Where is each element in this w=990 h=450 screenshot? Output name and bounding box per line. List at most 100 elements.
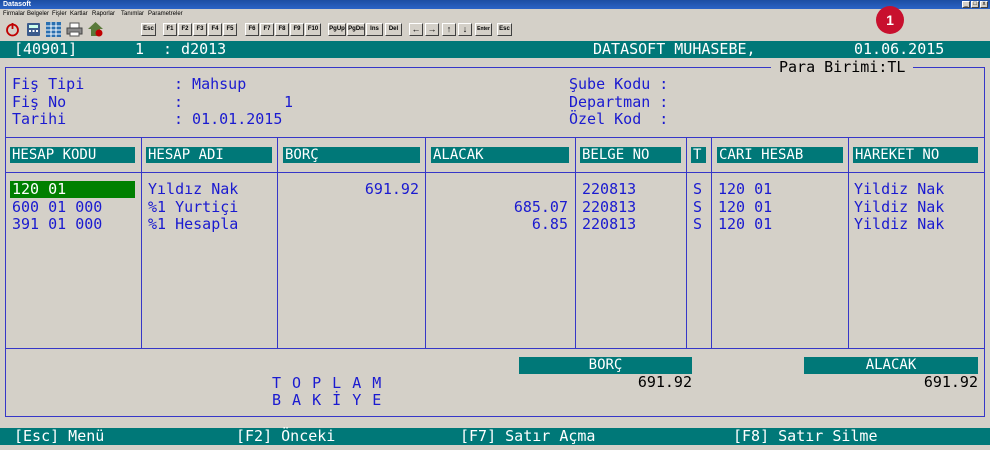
row2-hesap-adi[interactable]: %1 Yurtiçi bbox=[148, 199, 238, 216]
row2-cari-hesab[interactable]: 120 01 bbox=[718, 199, 772, 216]
fis-no-value[interactable]: 1 bbox=[284, 94, 293, 111]
status-code: [40901] bbox=[14, 40, 78, 58]
row1-cari-hesab[interactable]: 120 01 bbox=[718, 181, 772, 198]
ozel-kod-label: Özel Kod : bbox=[569, 110, 669, 128]
header-alacak[interactable]: ALACAK bbox=[431, 147, 569, 163]
row2-t[interactable]: S bbox=[693, 199, 702, 216]
maximize-button[interactable]: □ bbox=[971, 1, 979, 8]
row3-cari-hesab[interactable]: 120 01 bbox=[718, 216, 772, 233]
row3-hesap-adi[interactable]: %1 Hesapla bbox=[148, 216, 238, 233]
grid-icon[interactable] bbox=[45, 21, 62, 38]
fis-no-colon: : bbox=[174, 93, 184, 111]
footer-f8-satir-silme[interactable]: [F8] Satır Silme bbox=[733, 428, 878, 445]
footer-f2-onceki[interactable]: [F2] Önceki bbox=[236, 428, 335, 445]
menu-kartlar[interactable]: Kartlar bbox=[70, 9, 88, 19]
minimize-button[interactable]: _ bbox=[962, 1, 970, 8]
row3-hareket-no[interactable]: Yildiz Nak bbox=[854, 216, 944, 233]
footer-esc-menu[interactable]: [Esc] Menü bbox=[14, 428, 104, 445]
ins-button[interactable]: Ins bbox=[366, 23, 383, 36]
total-borc-value: 691.92 bbox=[637, 373, 692, 391]
row2-belge-no[interactable]: 220813 bbox=[582, 199, 636, 216]
f5-button[interactable]: F5 bbox=[223, 23, 237, 36]
notification-badge[interactable]: 1 bbox=[876, 6, 904, 34]
f7-button[interactable]: F7 bbox=[260, 23, 274, 36]
total-alacak-value: 691.92 bbox=[923, 373, 978, 391]
table-bottom-line bbox=[5, 348, 985, 349]
esc-button[interactable]: Esc bbox=[141, 23, 156, 36]
f6-button[interactable]: F6 bbox=[245, 23, 259, 36]
f1-button[interactable]: F1 bbox=[163, 23, 177, 36]
f10-button[interactable]: F10 bbox=[305, 23, 321, 36]
departman-label: Departman : bbox=[569, 93, 669, 111]
header-t[interactable]: T bbox=[691, 147, 706, 163]
fis-tipi-value[interactable]: : Mahsup bbox=[174, 76, 246, 93]
enter-button[interactable]: Enter bbox=[475, 23, 492, 36]
close-button[interactable]: x bbox=[980, 1, 988, 8]
col-sep-6 bbox=[711, 137, 712, 349]
header-hareket-no[interactable]: HAREKET NO bbox=[853, 147, 978, 163]
row3-hesap-kodu[interactable]: 391 01 000 bbox=[12, 216, 102, 233]
esc-button-2[interactable]: Esc bbox=[497, 23, 512, 36]
tarih-value[interactable]: : 01.01.2015 bbox=[174, 111, 282, 128]
frame-bottom bbox=[5, 416, 985, 417]
header-belge-no[interactable]: BELGE NO bbox=[580, 147, 681, 163]
arrow-left-button[interactable]: ← bbox=[409, 23, 423, 36]
row1-hareket-no[interactable]: Yildiz Nak bbox=[854, 181, 944, 198]
row3-belge-no[interactable]: 220813 bbox=[582, 216, 636, 233]
toplam-label: T O P L A M bbox=[272, 374, 383, 392]
status-num: 1 bbox=[135, 40, 145, 58]
home-icon[interactable] bbox=[87, 21, 104, 38]
total-borc-header: BORÇ bbox=[519, 357, 692, 374]
row3-alacak[interactable]: 6.85 bbox=[431, 216, 568, 233]
col-sep-5 bbox=[686, 137, 687, 349]
menu-raporlar[interactable]: Raporlar bbox=[92, 9, 115, 19]
row3-t[interactable]: S bbox=[693, 216, 702, 233]
header-borc[interactable]: BORÇ bbox=[283, 147, 420, 163]
header-bottom-line bbox=[5, 172, 985, 173]
row2-alacak[interactable]: 685.07 bbox=[431, 199, 568, 216]
status-date: 01.06.2015 bbox=[854, 40, 945, 58]
menu-belgeler[interactable]: Belgeler bbox=[27, 9, 49, 19]
f4-button[interactable]: F4 bbox=[208, 23, 222, 36]
table-top-line bbox=[5, 137, 985, 138]
frame-left bbox=[5, 67, 6, 417]
pgup-button[interactable]: PgUp bbox=[328, 23, 346, 36]
header-cari-hesab[interactable]: CARI HESAB bbox=[717, 147, 843, 163]
footer-f7-satir-acma[interactable]: [F7] Satır Açma bbox=[460, 428, 595, 445]
row1-belge-no[interactable]: 220813 bbox=[582, 181, 636, 198]
arrow-up-button[interactable]: ↑ bbox=[442, 23, 456, 36]
f2-button[interactable]: F2 bbox=[178, 23, 192, 36]
title-bar bbox=[0, 0, 990, 9]
currency-label: Para Birimi:TL bbox=[771, 59, 914, 76]
row1-hesap-adi[interactable]: Yıldız Nak bbox=[148, 181, 238, 198]
power-icon[interactable] bbox=[4, 21, 21, 38]
status-bar bbox=[0, 41, 990, 58]
f3-button[interactable]: F3 bbox=[193, 23, 207, 36]
menu-fisler[interactable]: Fişler bbox=[52, 9, 67, 19]
f8-button[interactable]: F8 bbox=[275, 23, 289, 36]
fis-no-label: Fiş No bbox=[12, 93, 67, 111]
f9-button[interactable]: F9 bbox=[290, 23, 304, 36]
col-sep-3 bbox=[425, 137, 426, 349]
arrow-down-button[interactable]: ↓ bbox=[458, 23, 472, 36]
pgdn-button[interactable]: PgDn bbox=[347, 23, 365, 36]
col-sep-7 bbox=[848, 137, 849, 349]
fis-tipi-label: Fiş Tipi bbox=[12, 75, 85, 93]
del-button[interactable]: Del bbox=[385, 23, 402, 36]
status-app-name: DATASOFT MUHASEBE, bbox=[593, 40, 756, 58]
row1-borc[interactable]: 691.92 bbox=[283, 181, 419, 198]
row1-hesap-kodu[interactable]: 120 01 bbox=[12, 181, 66, 198]
menu-parametreler[interactable]: Parametreler bbox=[148, 9, 183, 19]
arrow-right-button[interactable]: → bbox=[425, 23, 439, 36]
menu-firmalar[interactable]: Firmalar bbox=[3, 9, 25, 19]
row2-hareket-no[interactable]: Yildiz Nak bbox=[854, 199, 944, 216]
row1-t[interactable]: S bbox=[693, 181, 702, 198]
menu-tanimlar[interactable]: Tanımlar bbox=[121, 9, 144, 19]
row2-hesap-kodu[interactable]: 600 01 000 bbox=[12, 199, 102, 216]
calculator-icon[interactable] bbox=[25, 21, 42, 38]
tarih-label: Tarihi bbox=[12, 110, 67, 128]
col-sep-1 bbox=[141, 137, 142, 349]
header-hesap-kodu[interactable]: HESAP KODU bbox=[10, 147, 135, 163]
printer-icon[interactable] bbox=[66, 21, 83, 38]
header-hesap-adi[interactable]: HESAP ADI bbox=[146, 147, 272, 163]
